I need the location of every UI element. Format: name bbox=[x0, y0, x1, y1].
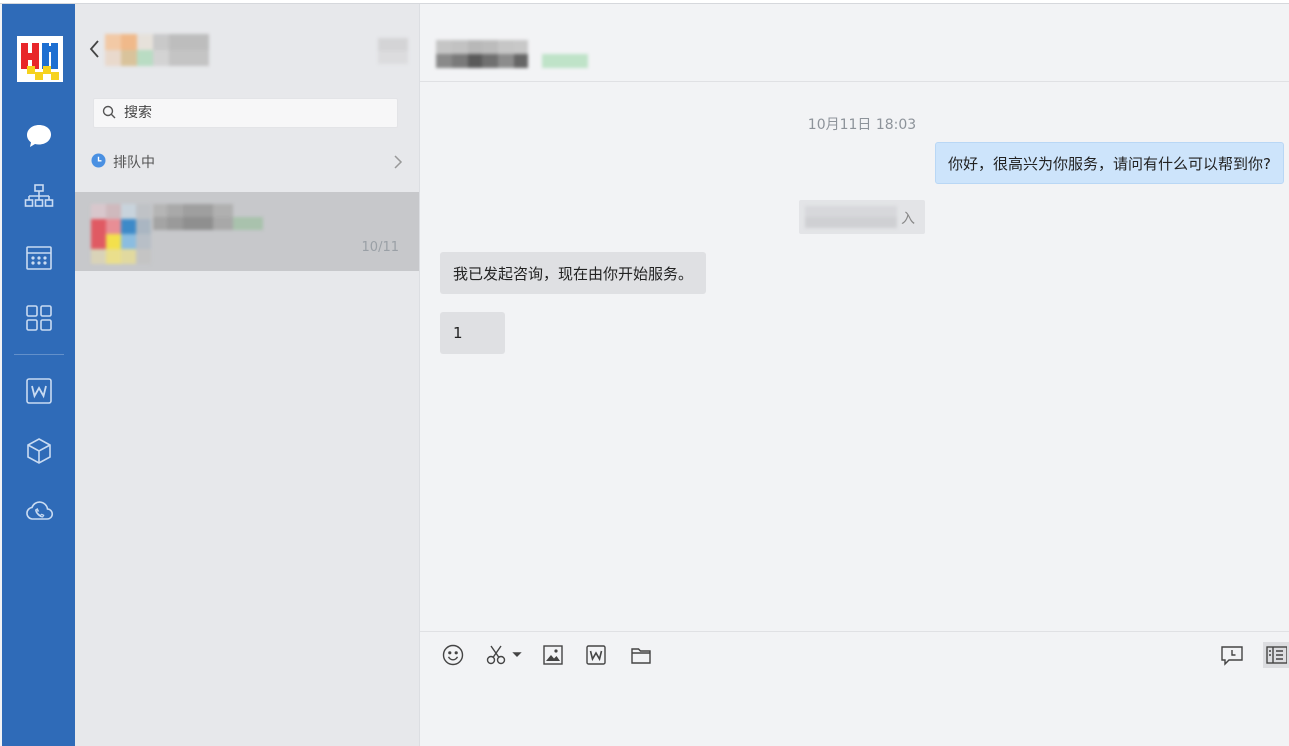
image-icon[interactable] bbox=[540, 642, 566, 668]
search-input[interactable] bbox=[124, 105, 374, 121]
system-notice-text: 入 bbox=[901, 211, 915, 227]
message-timestamp: 10月11日 18:03 bbox=[807, 117, 917, 133]
message-input[interactable] bbox=[420, 677, 1289, 746]
account-name-redacted bbox=[105, 34, 215, 66]
incoming-message-bubble[interactable]: 1 bbox=[440, 312, 505, 354]
cloud-phone-icon[interactable] bbox=[21, 493, 57, 529]
folder-icon[interactable] bbox=[628, 642, 654, 668]
rail-divider bbox=[14, 354, 64, 355]
outgoing-message-bubble[interactable]: 你好，很高兴为你服务，请问有什么可以帮到你? bbox=[935, 142, 1284, 184]
apps-grid-icon[interactable] bbox=[21, 300, 57, 336]
composer-toolbar bbox=[420, 631, 1289, 677]
avatar bbox=[91, 204, 151, 264]
clock-icon bbox=[91, 153, 106, 172]
cube-icon[interactable] bbox=[21, 433, 57, 469]
conversation-time: 10/11 bbox=[361, 240, 399, 255]
search-icon bbox=[102, 104, 116, 123]
message-composer[interactable] bbox=[420, 677, 1289, 746]
system-notice-redacted bbox=[805, 206, 897, 228]
app-logo bbox=[17, 36, 63, 82]
side-panel-toggle-icon[interactable] bbox=[1263, 642, 1289, 668]
app-window: 排队中 10/11 bbox=[0, 0, 1289, 746]
nav-rail bbox=[2, 4, 75, 746]
queue-label: 排队中 bbox=[113, 155, 155, 171]
contact-name-redacted bbox=[153, 204, 265, 230]
conversation-item[interactable]: 10/11 bbox=[75, 192, 419, 271]
calendar-icon[interactable] bbox=[21, 240, 57, 276]
screenshot-scissors-icon[interactable] bbox=[484, 642, 524, 668]
search-field[interactable] bbox=[93, 98, 398, 128]
header-title-redacted bbox=[436, 40, 588, 68]
chevron-right-icon bbox=[393, 154, 403, 174]
emoji-icon[interactable] bbox=[440, 642, 466, 668]
chat-header bbox=[378, 4, 1289, 82]
queue-section[interactable]: 排队中 bbox=[91, 148, 403, 176]
incoming-message-bubble[interactable]: 我已发起咨询，现在由你开始服务。 bbox=[440, 252, 707, 294]
word-file-icon[interactable] bbox=[583, 642, 609, 668]
word-doc-icon[interactable] bbox=[21, 373, 57, 409]
back-arrow-icon[interactable] bbox=[87, 38, 103, 60]
message-area: 10月11日 18:03 你好，很高兴为你服务，请问有什么可以帮到你? 入 我已… bbox=[420, 82, 1289, 631]
system-notice: 入 bbox=[799, 200, 925, 234]
message-history-icon[interactable] bbox=[1219, 642, 1245, 668]
org-chart-icon[interactable] bbox=[21, 179, 57, 215]
conversation-list-panel: 排队中 10/11 bbox=[75, 4, 420, 746]
header-avatar-redacted bbox=[378, 38, 408, 64]
chat-bubble-icon[interactable] bbox=[21, 118, 57, 154]
